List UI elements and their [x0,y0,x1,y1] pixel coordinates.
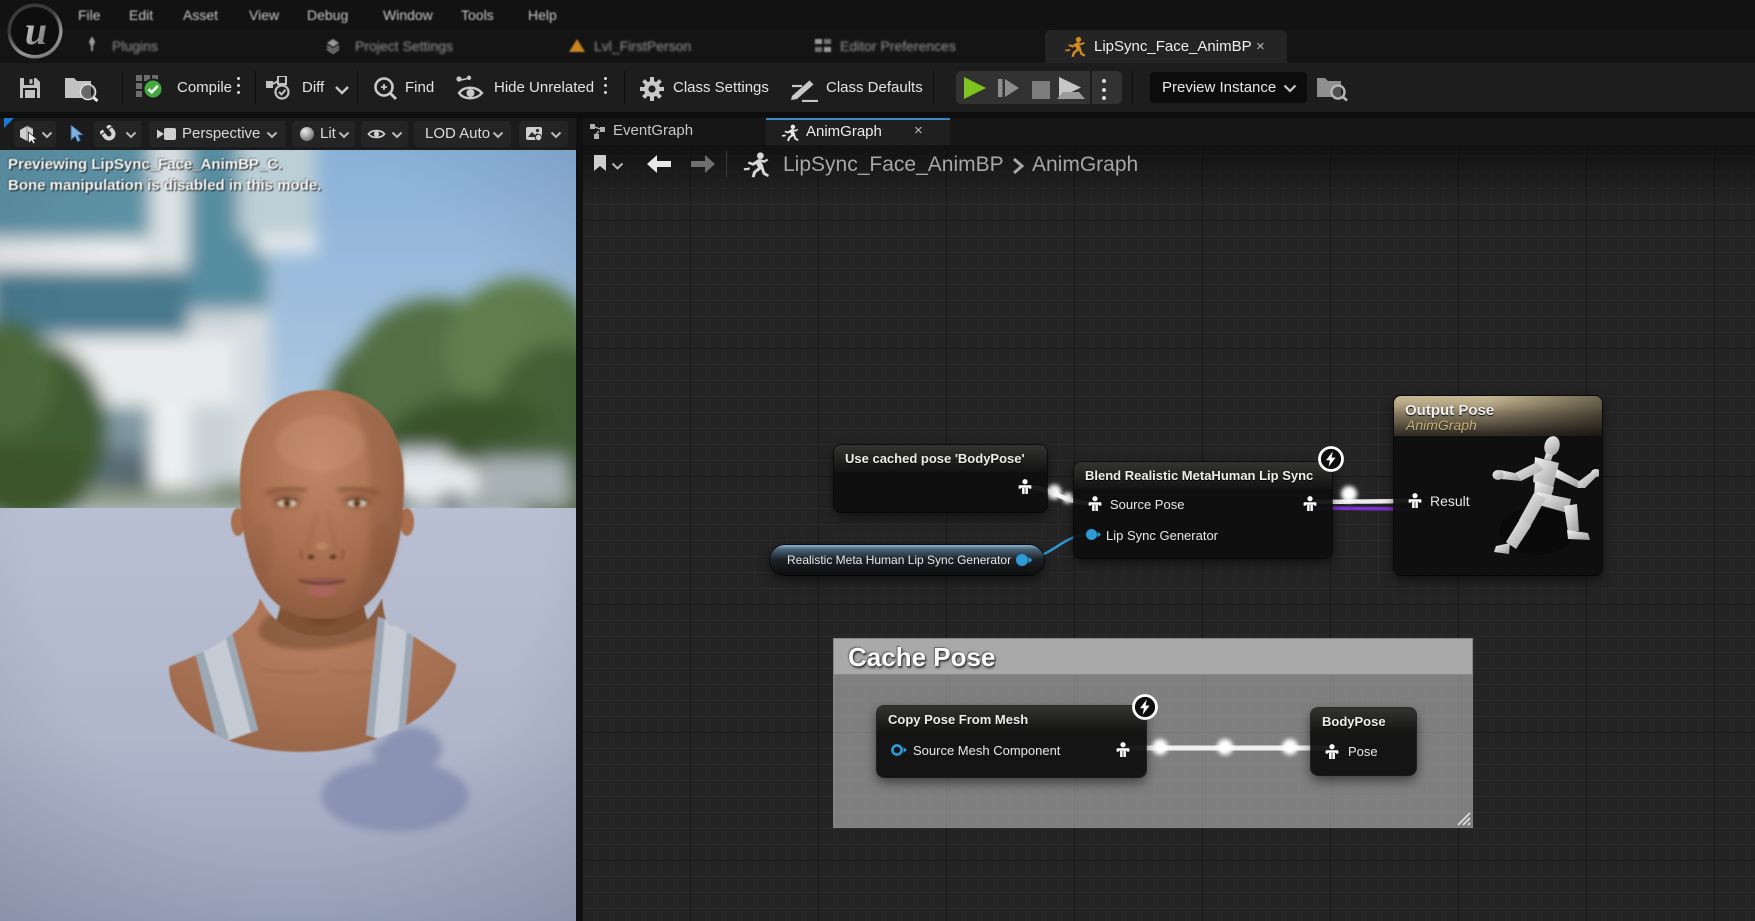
svg-text:u: u [25,8,47,53]
